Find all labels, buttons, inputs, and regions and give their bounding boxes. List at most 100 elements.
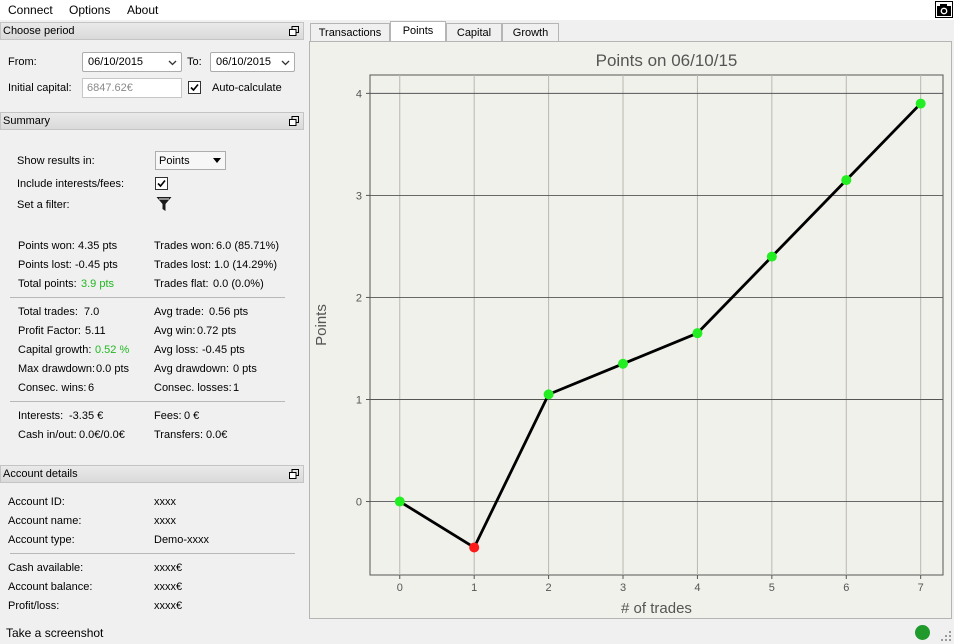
points-won-label: Points won: [18, 240, 75, 252]
camera-icon[interactable] [935, 1, 953, 18]
data-point-7 [915, 98, 926, 109]
tab-transactions[interactable]: Transactions [310, 23, 390, 42]
filter-label: Set a filter: [17, 199, 70, 211]
include-fees-checkbox[interactable] [155, 177, 168, 190]
cash-available-label: Cash available: [8, 562, 84, 574]
auto-calculate-checkbox[interactable] [188, 81, 201, 94]
to-label: To: [187, 56, 202, 68]
trades-flat-value: 0.0 (0.0%) [213, 278, 264, 290]
chevron-down-icon [168, 60, 177, 66]
total-trades-value: 7.0 [84, 306, 100, 318]
fees-label: Fees: [154, 410, 182, 422]
capital-growth-value: 0.52 % [95, 344, 130, 356]
choose-period-title: Choose period [3, 25, 75, 37]
cash-io-label: Cash in/out: [18, 429, 77, 441]
interests-label: Interests: [18, 410, 64, 422]
max-drawdown-label: Max drawdown: [18, 363, 96, 375]
tab-capital-label: Capital [456, 27, 492, 39]
trades-flat-label: Trades flat: [154, 278, 209, 290]
avg-loss-value: -0.45 pts [202, 344, 245, 356]
avg-trade-label: Avg trade: [154, 306, 204, 318]
initial-capital-field[interactable] [82, 78, 182, 98]
consec-losses-label: Consec. losses: [154, 382, 232, 394]
interests-value: -3.35 € [69, 410, 104, 422]
menu-about[interactable]: About [127, 3, 158, 17]
chart-title: Points on 06/10/15 [596, 51, 738, 70]
y-axis-label: Points [313, 304, 330, 346]
trades-lost-label: Trades lost: [154, 259, 212, 271]
account-balance-label: Account balance: [8, 581, 93, 593]
data-point-1 [469, 542, 480, 553]
points-won-value: 4.35 pts [78, 240, 118, 252]
y-tick-label: 3 [356, 190, 362, 202]
total-points-label: Total points: [18, 278, 77, 290]
points-chart: 0 1 2 3 4 5 6 7 0 1 2 3 4 Points on 06/10/15 # of trad… [313, 51, 944, 617]
points-lost-label: Points lost: [18, 259, 72, 271]
float-panel-icon[interactable] [289, 26, 299, 36]
account-details-header: Account details [0, 465, 304, 483]
max-drawdown-value: 0.0 pts [96, 363, 130, 375]
data-point-4 [692, 328, 703, 339]
fees-value: 0 € [184, 410, 200, 422]
y-tick-label: 2 [356, 292, 362, 304]
points-lost-value: -0.45 pts [75, 259, 118, 271]
points-series-line [399, 102, 922, 549]
show-results-label: Show results in: [17, 155, 95, 167]
avg-trade-value: 0.56 pts [209, 306, 249, 318]
data-point-3 [618, 358, 629, 369]
tab-points-label: Points [402, 25, 434, 37]
profit-factor-value: 5.11 [85, 325, 106, 337]
y-tick-label: 1 [356, 394, 362, 406]
trades-won-value: 6.0 (85.71%) [216, 240, 279, 252]
tab-capital[interactable]: Capital [446, 23, 502, 42]
choose-period-header: Choose period [0, 22, 304, 40]
from-label: From: [8, 56, 37, 68]
x-tick-label: 2 [546, 582, 552, 594]
tab-growth[interactable]: Growth [502, 23, 559, 42]
summary-title: Summary [3, 115, 51, 127]
x-tick-label: 5 [769, 582, 775, 594]
profit-loss-label: Profit/loss: [8, 600, 60, 612]
tab-points[interactable]: Points [390, 21, 446, 43]
tab-growth-label: Growth [512, 27, 549, 39]
auto-calculate-label: Auto-calculate [212, 82, 282, 94]
total-trades-label: Total trades: [18, 306, 78, 318]
menu-connect[interactable]: Connect [8, 3, 53, 17]
trades-won-label: Trades won: [154, 240, 215, 252]
data-point-0 [394, 496, 405, 507]
cash-available-value: xxxx€ [154, 562, 183, 574]
to-date-value: 06/10/2015 [216, 56, 272, 68]
consec-losses-value: 1 [233, 382, 240, 394]
status-text: Take a screenshot [6, 626, 104, 640]
tab-transactions-label: Transactions [318, 27, 382, 39]
from-date-combo[interactable]: 06/10/2015 [82, 52, 182, 72]
from-date-value: 06/10/2015 [88, 56, 144, 68]
account-id-value: xxxx [154, 496, 176, 508]
y-tick-label: 4 [356, 88, 362, 100]
y-tick-label: 0 [356, 497, 362, 509]
initial-capital-input[interactable] [83, 79, 181, 97]
connection-status-indicator [915, 625, 930, 640]
divider [10, 297, 285, 298]
avg-drawdown-label: Avg drawdown: [154, 363, 230, 375]
avg-win-value: 0.72 pts [197, 325, 237, 337]
checkmark-icon [157, 179, 166, 188]
account-name-label: Account name: [8, 515, 82, 527]
cash-io-value: 0.0€/0.0€ [79, 429, 125, 441]
show-results-select[interactable]: Points [155, 151, 226, 170]
account-details-title: Account details [3, 468, 78, 480]
menu-bar: Connect Options About [0, 0, 954, 20]
checkmark-icon [190, 83, 199, 92]
float-panel-icon[interactable] [289, 469, 299, 479]
avg-loss-label: Avg loss: [154, 344, 199, 356]
menu-options[interactable]: Options [69, 3, 110, 17]
resize-grip-icon[interactable] [940, 630, 952, 642]
filter-icon[interactable] [156, 196, 172, 213]
x-axis-label: # of trades [621, 600, 692, 617]
x-tick-label: 1 [471, 582, 477, 594]
to-date-combo[interactable]: 06/10/2015 [210, 52, 295, 72]
avg-drawdown-value: 0 pts [233, 363, 257, 375]
account-type-label: Account type: [8, 534, 75, 546]
float-panel-icon[interactable] [289, 116, 299, 126]
caret-down-icon [213, 158, 221, 163]
